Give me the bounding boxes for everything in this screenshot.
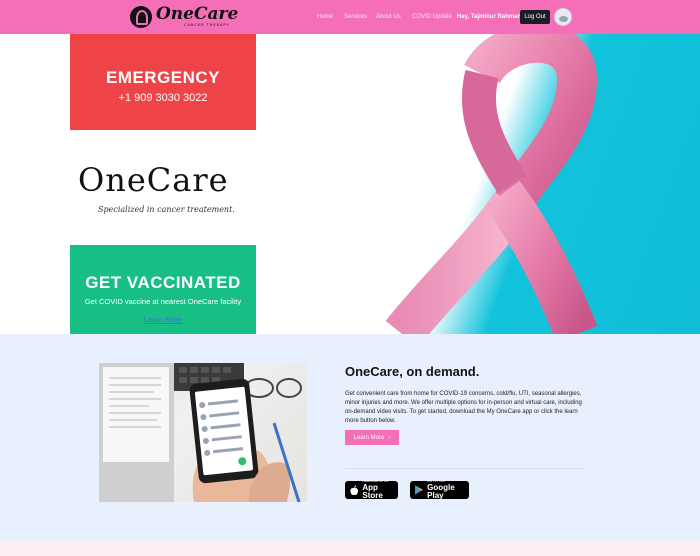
- emergency-title: EMERGENCY: [105, 68, 221, 87]
- google-play-button[interactable]: GET IT ON Google Play: [410, 480, 469, 500]
- vaccinated-subtitle: Get COVID vaccine at nearest OneCare fac…: [84, 297, 242, 306]
- logo-name: OneCare: [156, 4, 239, 25]
- nav-covid-update[interactable]: COVID Update: [412, 14, 452, 20]
- vaccinated-title: GET VACCINATED: [85, 273, 241, 292]
- avatar[interactable]: [554, 8, 572, 26]
- user-greeting: Hey, Tajminur Rahman: [457, 14, 522, 20]
- phone-app-photo: [99, 363, 307, 502]
- learn-more-label: Learn More: [353, 434, 385, 441]
- vaccinated-learn-more-link[interactable]: Learn More: [144, 315, 182, 324]
- ondemand-title: OneCare, on demand.: [345, 364, 480, 379]
- ondemand-body: Get convenient care from home for COVID-…: [345, 391, 582, 424]
- logo[interactable]: OneCare CANCER THERAPY: [130, 4, 238, 30]
- vaccinated-card: GET VACCINATED Get COVID vaccine at near…: [70, 245, 256, 334]
- logo-subtitle: CANCER THERAPY: [184, 23, 230, 28]
- divider: [345, 468, 585, 469]
- footer-strip: [0, 542, 700, 556]
- hero-section: EMERGENCY +1 909 3030 3022 OneCare Speci…: [0, 34, 700, 334]
- app-store-big-text: App Store: [362, 482, 383, 500]
- logo-icon: [130, 6, 152, 28]
- logout-button[interactable]: Log Out: [520, 10, 550, 24]
- ribbon-icon: [385, 34, 598, 334]
- pink-ribbon-image: [362, 34, 700, 334]
- google-play-big-text: Google Play: [427, 482, 455, 500]
- brand-tagline: Specialized in cancer treatement.: [98, 205, 235, 214]
- emergency-phone[interactable]: +1 909 3030 3022: [118, 92, 207, 104]
- chevron-right-icon: ›: [388, 434, 391, 441]
- brand-heading: OneCare: [78, 161, 229, 199]
- nav-home[interactable]: Home: [317, 14, 333, 20]
- nav-about-us[interactable]: About Us: [376, 14, 401, 20]
- navbar: OneCare CANCER THERAPY Home Services Abo…: [0, 0, 700, 34]
- emergency-card[interactable]: EMERGENCY +1 909 3030 3022: [70, 34, 256, 130]
- app-store-button[interactable]: Download on the App Store: [345, 480, 398, 500]
- ondemand-section: OneCare, on demand. Get convenient care …: [0, 334, 700, 542]
- nav-services[interactable]: Services: [344, 14, 367, 20]
- phone-in-hand-icon: [99, 363, 302, 502]
- google-play-icon: [415, 485, 424, 495]
- apple-icon: [350, 484, 358, 495]
- learn-more-button[interactable]: Learn More ›: [345, 430, 399, 445]
